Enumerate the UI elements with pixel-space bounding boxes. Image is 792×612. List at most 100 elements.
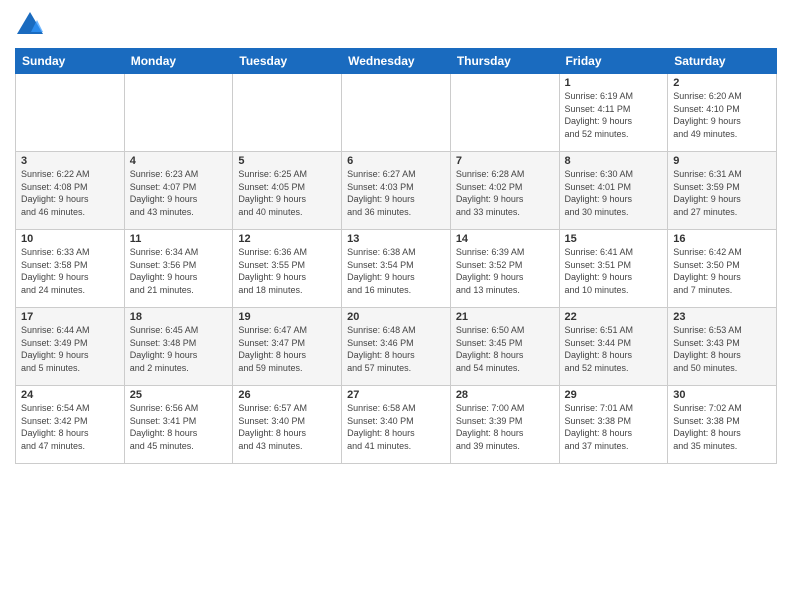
calendar-cell: 12Sunrise: 6:36 AM Sunset: 3:55 PM Dayli… <box>233 230 342 308</box>
calendar-cell <box>450 74 559 152</box>
calendar-week-3: 10Sunrise: 6:33 AM Sunset: 3:58 PM Dayli… <box>16 230 777 308</box>
calendar-cell: 4Sunrise: 6:23 AM Sunset: 4:07 PM Daylig… <box>124 152 233 230</box>
day-number: 19 <box>238 311 336 323</box>
calendar-week-1: 1Sunrise: 6:19 AM Sunset: 4:11 PM Daylig… <box>16 74 777 152</box>
day-number: 15 <box>565 233 663 245</box>
page: SundayMondayTuesdayWednesdayThursdayFrid… <box>0 0 792 612</box>
logo <box>15 10 49 40</box>
day-number: 20 <box>347 311 445 323</box>
day-number: 18 <box>130 311 228 323</box>
day-number: 27 <box>347 389 445 401</box>
day-info: Sunrise: 7:02 AM Sunset: 3:38 PM Dayligh… <box>673 402 771 452</box>
day-info: Sunrise: 6:41 AM Sunset: 3:51 PM Dayligh… <box>565 246 663 296</box>
day-number: 4 <box>130 155 228 167</box>
day-info: Sunrise: 6:30 AM Sunset: 4:01 PM Dayligh… <box>565 168 663 218</box>
day-info: Sunrise: 6:25 AM Sunset: 4:05 PM Dayligh… <box>238 168 336 218</box>
day-number: 21 <box>456 311 554 323</box>
calendar-cell <box>342 74 451 152</box>
calendar-cell: 19Sunrise: 6:47 AM Sunset: 3:47 PM Dayli… <box>233 308 342 386</box>
day-number: 23 <box>673 311 771 323</box>
day-info: Sunrise: 6:58 AM Sunset: 3:40 PM Dayligh… <box>347 402 445 452</box>
calendar-cell: 18Sunrise: 6:45 AM Sunset: 3:48 PM Dayli… <box>124 308 233 386</box>
calendar-cell: 1Sunrise: 6:19 AM Sunset: 4:11 PM Daylig… <box>559 74 668 152</box>
day-info: Sunrise: 6:45 AM Sunset: 3:48 PM Dayligh… <box>130 324 228 374</box>
day-info: Sunrise: 6:39 AM Sunset: 3:52 PM Dayligh… <box>456 246 554 296</box>
day-number: 3 <box>21 155 119 167</box>
calendar-cell: 6Sunrise: 6:27 AM Sunset: 4:03 PM Daylig… <box>342 152 451 230</box>
calendar-cell: 8Sunrise: 6:30 AM Sunset: 4:01 PM Daylig… <box>559 152 668 230</box>
calendar-cell: 23Sunrise: 6:53 AM Sunset: 3:43 PM Dayli… <box>668 308 777 386</box>
day-info: Sunrise: 6:51 AM Sunset: 3:44 PM Dayligh… <box>565 324 663 374</box>
col-header-saturday: Saturday <box>668 49 777 74</box>
logo-icon <box>15 10 45 40</box>
day-info: Sunrise: 7:01 AM Sunset: 3:38 PM Dayligh… <box>565 402 663 452</box>
col-header-thursday: Thursday <box>450 49 559 74</box>
day-info: Sunrise: 6:47 AM Sunset: 3:47 PM Dayligh… <box>238 324 336 374</box>
day-number: 10 <box>21 233 119 245</box>
header <box>15 10 777 40</box>
day-number: 14 <box>456 233 554 245</box>
day-number: 6 <box>347 155 445 167</box>
calendar-cell <box>233 74 342 152</box>
day-info: Sunrise: 6:20 AM Sunset: 4:10 PM Dayligh… <box>673 90 771 140</box>
calendar-week-4: 17Sunrise: 6:44 AM Sunset: 3:49 PM Dayli… <box>16 308 777 386</box>
day-info: Sunrise: 6:56 AM Sunset: 3:41 PM Dayligh… <box>130 402 228 452</box>
calendar-cell: 14Sunrise: 6:39 AM Sunset: 3:52 PM Dayli… <box>450 230 559 308</box>
calendar-cell: 29Sunrise: 7:01 AM Sunset: 3:38 PM Dayli… <box>559 386 668 464</box>
calendar-cell: 25Sunrise: 6:56 AM Sunset: 3:41 PM Dayli… <box>124 386 233 464</box>
day-info: Sunrise: 6:19 AM Sunset: 4:11 PM Dayligh… <box>565 90 663 140</box>
day-number: 5 <box>238 155 336 167</box>
day-number: 29 <box>565 389 663 401</box>
day-info: Sunrise: 6:33 AM Sunset: 3:58 PM Dayligh… <box>21 246 119 296</box>
day-info: Sunrise: 6:38 AM Sunset: 3:54 PM Dayligh… <box>347 246 445 296</box>
calendar-cell: 17Sunrise: 6:44 AM Sunset: 3:49 PM Dayli… <box>16 308 125 386</box>
col-header-wednesday: Wednesday <box>342 49 451 74</box>
col-header-tuesday: Tuesday <box>233 49 342 74</box>
calendar-cell: 28Sunrise: 7:00 AM Sunset: 3:39 PM Dayli… <box>450 386 559 464</box>
day-info: Sunrise: 6:53 AM Sunset: 3:43 PM Dayligh… <box>673 324 771 374</box>
calendar-cell: 20Sunrise: 6:48 AM Sunset: 3:46 PM Dayli… <box>342 308 451 386</box>
day-info: Sunrise: 6:50 AM Sunset: 3:45 PM Dayligh… <box>456 324 554 374</box>
day-info: Sunrise: 6:54 AM Sunset: 3:42 PM Dayligh… <box>21 402 119 452</box>
day-info: Sunrise: 7:00 AM Sunset: 3:39 PM Dayligh… <box>456 402 554 452</box>
day-number: 22 <box>565 311 663 323</box>
day-number: 1 <box>565 77 663 89</box>
day-number: 24 <box>21 389 119 401</box>
day-info: Sunrise: 6:28 AM Sunset: 4:02 PM Dayligh… <box>456 168 554 218</box>
calendar-cell: 2Sunrise: 6:20 AM Sunset: 4:10 PM Daylig… <box>668 74 777 152</box>
calendar-cell: 11Sunrise: 6:34 AM Sunset: 3:56 PM Dayli… <box>124 230 233 308</box>
calendar-cell: 16Sunrise: 6:42 AM Sunset: 3:50 PM Dayli… <box>668 230 777 308</box>
calendar-cell: 15Sunrise: 6:41 AM Sunset: 3:51 PM Dayli… <box>559 230 668 308</box>
day-number: 2 <box>673 77 771 89</box>
calendar-cell: 26Sunrise: 6:57 AM Sunset: 3:40 PM Dayli… <box>233 386 342 464</box>
calendar-cell: 27Sunrise: 6:58 AM Sunset: 3:40 PM Dayli… <box>342 386 451 464</box>
calendar-cell <box>124 74 233 152</box>
day-number: 16 <box>673 233 771 245</box>
calendar-table: SundayMondayTuesdayWednesdayThursdayFrid… <box>15 48 777 464</box>
day-number: 25 <box>130 389 228 401</box>
day-number: 11 <box>130 233 228 245</box>
day-info: Sunrise: 6:31 AM Sunset: 3:59 PM Dayligh… <box>673 168 771 218</box>
calendar-week-5: 24Sunrise: 6:54 AM Sunset: 3:42 PM Dayli… <box>16 386 777 464</box>
day-number: 26 <box>238 389 336 401</box>
day-number: 9 <box>673 155 771 167</box>
day-number: 7 <box>456 155 554 167</box>
day-number: 13 <box>347 233 445 245</box>
day-number: 28 <box>456 389 554 401</box>
calendar-cell: 3Sunrise: 6:22 AM Sunset: 4:08 PM Daylig… <box>16 152 125 230</box>
day-info: Sunrise: 6:44 AM Sunset: 3:49 PM Dayligh… <box>21 324 119 374</box>
day-info: Sunrise: 6:34 AM Sunset: 3:56 PM Dayligh… <box>130 246 228 296</box>
day-number: 30 <box>673 389 771 401</box>
calendar-cell: 7Sunrise: 6:28 AM Sunset: 4:02 PM Daylig… <box>450 152 559 230</box>
day-info: Sunrise: 6:48 AM Sunset: 3:46 PM Dayligh… <box>347 324 445 374</box>
calendar-cell: 21Sunrise: 6:50 AM Sunset: 3:45 PM Dayli… <box>450 308 559 386</box>
col-header-sunday: Sunday <box>16 49 125 74</box>
calendar-cell: 5Sunrise: 6:25 AM Sunset: 4:05 PM Daylig… <box>233 152 342 230</box>
calendar-cell: 30Sunrise: 7:02 AM Sunset: 3:38 PM Dayli… <box>668 386 777 464</box>
calendar-header-row: SundayMondayTuesdayWednesdayThursdayFrid… <box>16 49 777 74</box>
calendar-cell: 10Sunrise: 6:33 AM Sunset: 3:58 PM Dayli… <box>16 230 125 308</box>
calendar-week-2: 3Sunrise: 6:22 AM Sunset: 4:08 PM Daylig… <box>16 152 777 230</box>
day-info: Sunrise: 6:36 AM Sunset: 3:55 PM Dayligh… <box>238 246 336 296</box>
col-header-friday: Friday <box>559 49 668 74</box>
day-number: 8 <box>565 155 663 167</box>
